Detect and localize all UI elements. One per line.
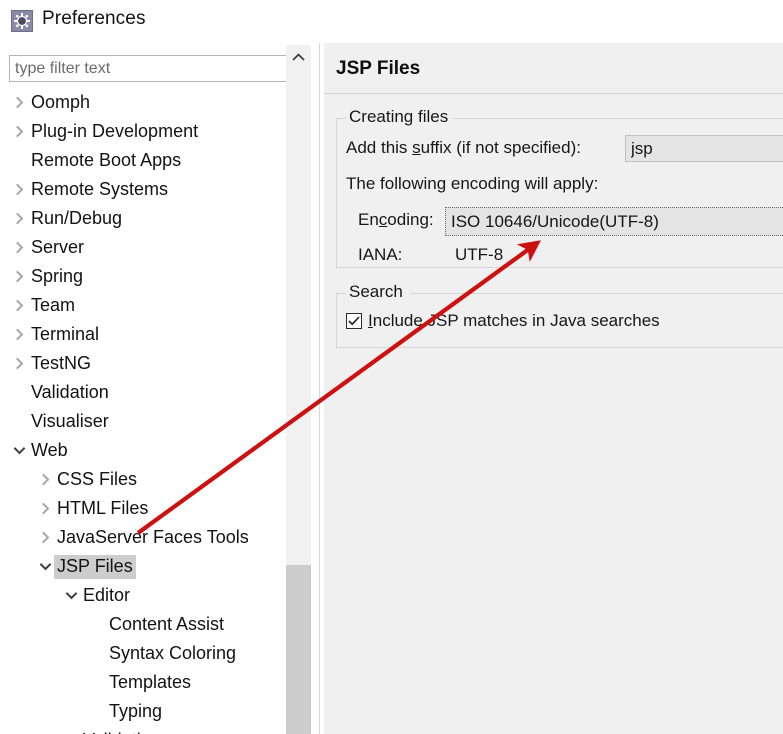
preferences-tree-pane: Oomph Plug-in Development Remote Boot Apps… [0, 43, 320, 734]
tree-item-content-assist[interactable]: Content Assist [7, 610, 290, 639]
preferences-tree[interactable]: Oomph Plug-in Development Remote Boot Apps… [7, 88, 312, 734]
search-group-border-right [410, 293, 783, 294]
tree-item-css-files[interactable]: CSS Files [7, 465, 290, 494]
tree-item-label: JSP Files [54, 554, 136, 579]
chevron-right-icon[interactable] [11, 299, 28, 312]
tree-item-oomph[interactable]: Oomph [7, 88, 290, 117]
chevron-right-icon[interactable] [11, 183, 28, 196]
tree-item-label: Validation [80, 729, 164, 734]
chevron-down-icon[interactable] [63, 591, 80, 600]
tree-item-editor[interactable]: Editor [7, 581, 290, 610]
encoding-label-pre: En [358, 210, 379, 229]
tree-item-label: Editor [83, 584, 131, 605]
tree-item-html-files[interactable]: HTML Files [7, 494, 290, 523]
tree-vertical-scrollbar[interactable] [286, 45, 311, 734]
chevron-right-icon[interactable] [11, 241, 28, 254]
tree-item-visualiser[interactable]: Visualiser [7, 407, 290, 436]
window-title-bar: Preferences [0, 0, 783, 43]
tree-item-label: JavaServer Faces Tools [57, 526, 249, 547]
tree-item-team[interactable]: Team [7, 291, 290, 320]
tree-item-plug-in-development[interactable]: Plug-in Development [7, 117, 290, 146]
tree-item-validation[interactable]: Validation [7, 726, 290, 734]
tree-item-label: Plug-in Development [31, 120, 199, 141]
tree-item-testng[interactable]: TestNG [7, 349, 290, 378]
suffix-label: Add this suffix (if not specified): [346, 138, 581, 158]
tree-item-label: Run/Debug [31, 207, 123, 228]
scrollbar-thumb[interactable] [286, 565, 311, 734]
suffix-label-pre: Add this [346, 138, 413, 157]
creating-files-legend: Creating files [346, 107, 454, 127]
group-border-left [337, 118, 346, 119]
tree-item-label: Spring [31, 265, 84, 286]
search-legend: Search [346, 282, 408, 302]
group-border-right [447, 118, 783, 119]
tree-item-typing[interactable]: Typing [7, 697, 290, 726]
tree-item-label: Team [31, 294, 76, 315]
chevron-right-icon[interactable] [11, 212, 28, 225]
chevron-right-icon[interactable] [11, 125, 28, 138]
jsp-files-preference-page: JSP Files Creating files Add this suffix… [324, 43, 783, 734]
tree-item-label: Oomph [31, 91, 91, 112]
chevron-down-icon[interactable] [11, 446, 28, 455]
tree-item-label: Remote Systems [31, 178, 169, 199]
search-group-border-left [337, 293, 346, 294]
tree-item-validation[interactable]: Validation [7, 378, 290, 407]
page-title: JSP Files [336, 58, 421, 79]
pane-divider [319, 43, 320, 734]
tree-item-label: Typing [109, 700, 163, 721]
chevron-right-icon[interactable] [11, 328, 28, 341]
tree-item-terminal[interactable]: Terminal [7, 320, 290, 349]
chevron-right-icon[interactable] [37, 531, 54, 544]
chevron-right-icon[interactable] [37, 473, 54, 486]
tree-item-server[interactable]: Server [7, 233, 290, 262]
tree-item-label: Server [31, 236, 85, 257]
tree-item-label: Visualiser [31, 410, 109, 431]
page-header: JSP Files [324, 43, 783, 94]
tree-item-jsp-files[interactable]: JSP Files [7, 552, 290, 581]
chevron-right-icon[interactable] [11, 96, 28, 109]
chevron-down-icon[interactable] [37, 562, 54, 571]
tree-item-templates[interactable]: Templates [7, 668, 290, 697]
tree-item-web[interactable]: Web [7, 436, 290, 465]
encoding-combobox[interactable] [445, 207, 783, 236]
creating-files-group: Creating files Add this suffix (if not s… [336, 107, 783, 268]
tree-item-label: TestNG [31, 352, 92, 373]
tree-item-label: Web [31, 439, 68, 460]
suffix-input[interactable] [625, 135, 783, 162]
encoding-label: Encoding: [358, 210, 434, 230]
tree-item-syntax-coloring[interactable]: Syntax Coloring [7, 639, 290, 668]
encoding-note: The following encoding will apply: [346, 174, 599, 193]
iana-value: UTF-8 [455, 245, 504, 264]
tree-item-label: Remote Boot Apps [31, 149, 182, 170]
tree-item-remote-systems[interactable]: Remote Systems [7, 175, 290, 204]
tree-item-label: HTML Files [57, 497, 149, 518]
gear-icon [11, 10, 33, 32]
chevron-right-icon[interactable] [37, 502, 54, 515]
window-title: Preferences [42, 8, 146, 29]
include-jsp-matches-checkbox-row[interactable]: Include JSP matches in Java searches [346, 311, 660, 331]
include-label-post: nclude JSP matches in Java searches [372, 311, 660, 330]
checkbox-checked-icon[interactable] [346, 313, 362, 329]
suffix-label-post: uffix (if not specified): [420, 138, 581, 157]
tree-item-label: Validation [31, 381, 109, 402]
tree-item-label: CSS Files [57, 468, 138, 489]
tree-item-remote-boot-apps[interactable]: Remote Boot Apps [7, 146, 290, 175]
encoding-label-post: oding: [387, 210, 434, 229]
tree-item-label: Syntax Coloring [109, 642, 237, 663]
include-jsp-matches-label: Include JSP matches in Java searches [368, 311, 660, 331]
tree-item-run-debug[interactable]: Run/Debug [7, 204, 290, 233]
filter-input[interactable] [9, 55, 311, 82]
tree-item-spring[interactable]: Spring [7, 262, 290, 291]
chevron-right-icon[interactable] [11, 270, 28, 283]
tree-item-label: Terminal [31, 323, 100, 344]
tree-item-javaserver-faces-tools[interactable]: JavaServer Faces Tools [7, 523, 290, 552]
tree-item-label: Content Assist [109, 613, 225, 634]
tree-item-label: Templates [109, 671, 192, 692]
suffix-label-mnemonic: s [412, 138, 421, 157]
iana-label: IANA: [358, 245, 403, 264]
chevron-up-icon[interactable] [286, 45, 311, 69]
chevron-right-icon[interactable] [11, 357, 28, 370]
search-group: Search Include JSP matches in Java searc… [336, 282, 783, 348]
